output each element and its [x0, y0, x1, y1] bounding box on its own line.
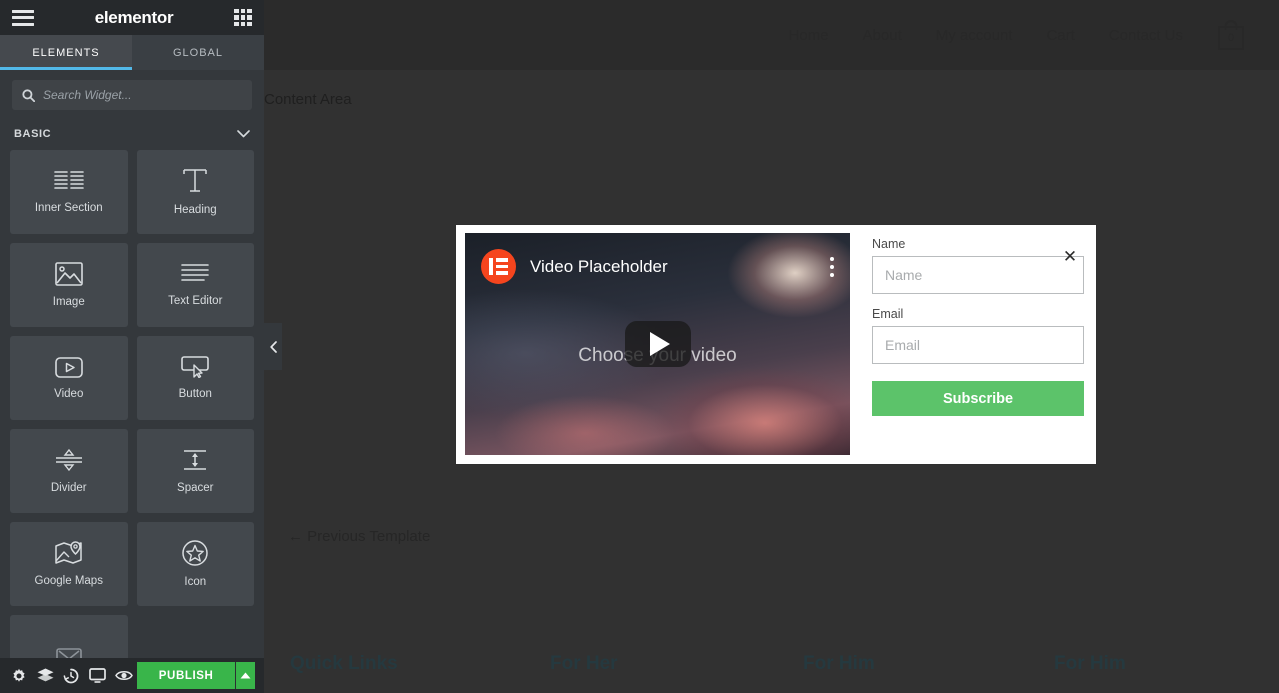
previous-template-link[interactable]: ← Previous Template — [288, 528, 430, 545]
tab-elements[interactable]: ELEMENTS — [0, 35, 132, 70]
spacer-icon — [184, 450, 207, 470]
elementor-brand-title: elementor — [94, 7, 174, 27]
elementor-left-panel: elementor ELEMENTS GLOBAL BASIC — [0, 0, 264, 693]
footer-col-for-him-2: For Him — [1054, 653, 1126, 674]
divider-icon — [55, 448, 82, 472]
section-basic-label: BASIC — [14, 128, 52, 140]
nav-link-cart[interactable]: Cart — [1046, 27, 1074, 44]
widget-video[interactable]: Video — [10, 336, 128, 420]
panel-footer-toolbar: PUBLISH — [0, 658, 264, 693]
widget-label: Heading — [173, 204, 217, 216]
widget-label: Icon — [184, 576, 207, 588]
widget-label: Image — [52, 296, 85, 308]
widget-icon[interactable]: Icon — [136, 522, 254, 606]
subscribe-popup-modal: Video Placeholder Choose your video Name… — [456, 225, 1096, 464]
widget-grid: Inner Section Heading Image Text Editor … — [0, 150, 264, 658]
site-footer-columns: Quick Links For Her For Him For Him — [264, 653, 1279, 693]
widget-divider[interactable]: Divider — [10, 429, 128, 513]
chevron-left-icon — [269, 340, 277, 353]
kebab-menu-icon[interactable] — [828, 255, 836, 279]
widget-label: Button — [178, 388, 212, 400]
search-box[interactable] — [12, 80, 252, 110]
star-icon — [182, 540, 208, 566]
panel-header: elementor — [0, 0, 264, 35]
elementor-editor-screen: elementor ELEMENTS GLOBAL BASIC — [0, 0, 1279, 693]
responsive-monitor-icon[interactable] — [84, 658, 110, 693]
navigator-layers-icon[interactable] — [32, 658, 58, 693]
widget-spacer[interactable]: Spacer — [136, 429, 254, 513]
widget-text-editor[interactable]: Text Editor — [136, 243, 254, 327]
publish-button[interactable]: PUBLISH — [136, 662, 236, 689]
footer-col-for-him-1: For Him — [803, 653, 875, 674]
email-field-label: Email — [872, 307, 904, 321]
heading-icon — [183, 169, 207, 192]
publish-options-caret-up-icon[interactable] — [235, 662, 256, 689]
nav-link-about[interactable]: About — [863, 27, 902, 44]
subscribe-button[interactable]: Subscribe — [872, 381, 1084, 416]
inner-section-icon — [53, 171, 84, 189]
footer-col-quick-links: Quick Links — [290, 653, 398, 674]
nav-link-contact-us[interactable]: Contact Us — [1109, 27, 1183, 44]
widget-heading[interactable]: Heading — [136, 150, 254, 234]
widget-label: Text Editor — [168, 295, 223, 307]
text-editor-icon — [181, 264, 210, 281]
video-icon — [54, 356, 83, 378]
widget-button[interactable]: Button — [136, 336, 254, 420]
image-box-icon — [55, 648, 82, 658]
widget-label: Video — [54, 387, 84, 400]
widget-label: Divider — [50, 482, 87, 494]
panel-collapse-handle[interactable] — [264, 323, 282, 370]
history-clock-icon[interactable] — [58, 658, 84, 693]
grid-icon[interactable] — [234, 8, 252, 27]
preview-eye-icon[interactable] — [111, 658, 137, 693]
nav-link-home[interactable]: Home — [789, 27, 829, 44]
search-widget-wrap — [0, 70, 264, 116]
shopping-bag-icon[interactable]: 0 — [1217, 20, 1245, 50]
video-title-row: Video Placeholder — [481, 249, 836, 284]
nav-link-my-account[interactable]: My account — [936, 27, 1013, 44]
section-basic-header[interactable]: BASIC — [0, 116, 264, 150]
search-input[interactable] — [43, 88, 242, 102]
google-maps-icon — [55, 541, 82, 564]
email-input[interactable] — [872, 326, 1084, 364]
widget-google-maps[interactable]: Google Maps — [10, 522, 128, 606]
video-title: Video Placeholder — [530, 256, 668, 276]
widget-image[interactable]: Image — [10, 243, 128, 327]
close-x-icon[interactable]: ✕ — [1061, 248, 1079, 266]
footer-col-for-her: For Her — [550, 653, 618, 674]
widget-inner-section[interactable]: Inner Section — [10, 150, 128, 234]
panel-tabs: ELEMENTS GLOBAL — [0, 35, 264, 70]
site-header: Home About My account Cart Contact Us 0 — [264, 0, 1279, 70]
name-input[interactable] — [872, 256, 1084, 294]
video-placeholder[interactable]: Video Placeholder Choose your video — [465, 233, 850, 455]
search-icon — [22, 88, 35, 102]
widget-label: Google Maps — [34, 575, 103, 587]
hamburger-icon[interactable] — [12, 9, 34, 26]
subscribe-form: Name Email Subscribe — [872, 237, 1084, 416]
widget-label: Inner Section — [34, 202, 103, 214]
tab-global[interactable]: GLOBAL — [132, 35, 264, 70]
shopping-bag-handle — [1224, 20, 1238, 30]
play-button-icon[interactable] — [624, 321, 691, 367]
widget-label: Spacer — [177, 482, 214, 494]
name-field-label: Name — [872, 237, 906, 251]
elementor-logo-icon — [481, 249, 516, 284]
chevron-down-icon — [237, 130, 250, 138]
settings-gear-icon[interactable] — [6, 658, 32, 693]
button-icon — [181, 356, 210, 378]
widget-partial-next[interactable] — [10, 615, 128, 658]
content-area-label: Content Area — [264, 91, 352, 108]
image-icon — [54, 262, 83, 286]
